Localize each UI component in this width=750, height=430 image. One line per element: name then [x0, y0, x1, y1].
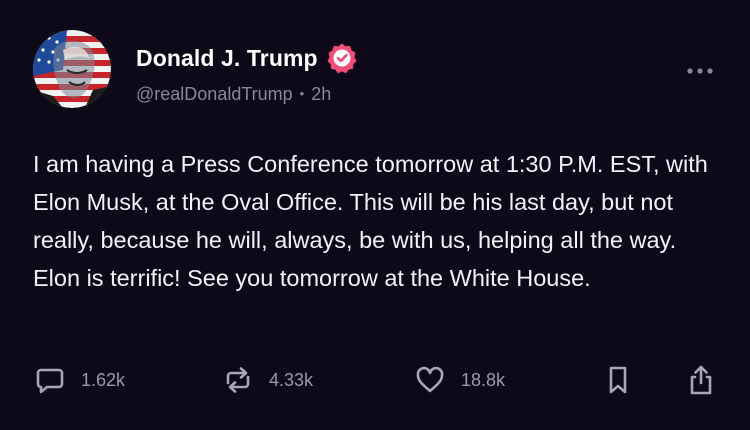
post-body-text: I am having a Press Conference tomorrow …	[33, 151, 708, 291]
retruth-button[interactable]: 4.33k	[223, 360, 313, 400]
author-name-row: Donald J. Trump	[136, 42, 358, 74]
bookmark-button[interactable]	[606, 360, 630, 400]
like-count: 18.8k	[461, 369, 506, 390]
retruth-icon	[223, 365, 253, 395]
reply-button[interactable]: 1.62k	[35, 360, 125, 400]
bookmark-icon	[606, 365, 630, 395]
retruth-count: 4.33k	[269, 369, 314, 390]
share-icon	[686, 364, 716, 396]
meta-separator: •	[299, 86, 305, 101]
avatar-flag-portrait-icon	[33, 30, 111, 108]
reply-icon	[35, 365, 65, 395]
avatar[interactable]	[33, 30, 111, 108]
post-card: Donald J. Trump @realDonaldTrump • 2h I …	[0, 0, 750, 430]
like-button[interactable]: 18.8k	[415, 360, 505, 400]
heart-icon	[415, 365, 445, 395]
reply-count: 1.62k	[81, 369, 126, 390]
verified-badge-icon	[326, 42, 358, 74]
author-handle[interactable]: @realDonaldTrump	[136, 84, 293, 105]
post-timestamp[interactable]: 2h	[311, 84, 331, 105]
author-meta-row: @realDonaldTrump • 2h	[136, 84, 331, 105]
share-button[interactable]	[686, 360, 716, 400]
author-display-name[interactable]: Donald J. Trump	[136, 45, 318, 72]
more-options-icon[interactable]	[686, 64, 714, 76]
post-action-bar: 1.62k 4.33k 18.8k	[0, 360, 750, 400]
